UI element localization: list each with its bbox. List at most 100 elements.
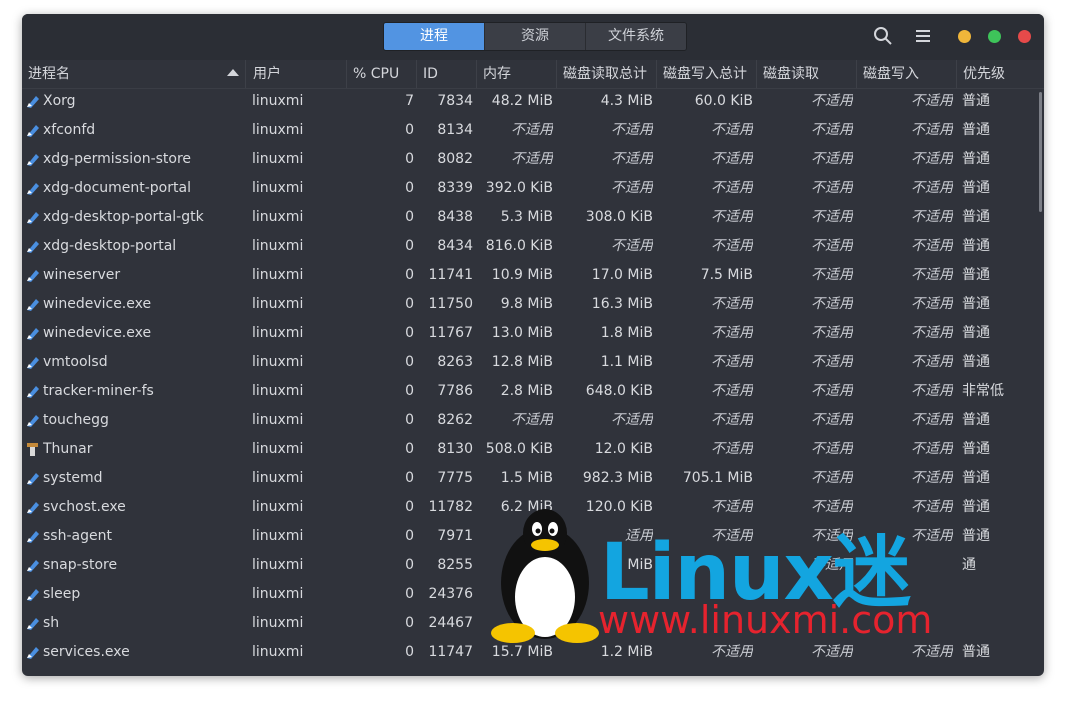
column-header-process-name[interactable]: 进程名	[22, 60, 246, 88]
table-row[interactable]: xdg-permission-store linuxmi 0 8082 不适用 不适用 不适…	[22, 145, 1038, 174]
column-header-disk-write[interactable]: 磁盘写入	[857, 60, 957, 88]
minimize-button[interactable]	[958, 30, 971, 43]
column-header-priority[interactable]: 优先级	[957, 60, 1044, 88]
table-row[interactable]: touchegg linuxmi 0 8262 不适用 不适用 不适用 不适用 不适用 普通	[22, 406, 1038, 435]
process-disk-read-total: 1.1 MiB	[600, 354, 653, 370]
process-disk-write-total: 不适用	[711, 644, 753, 660]
process-memory: 32.	[530, 528, 553, 544]
process-disk-write-total: 不适用	[711, 528, 753, 544]
process-memory: 1.5 MiB	[500, 470, 553, 486]
process-disk-write-total: 不适用	[711, 412, 753, 428]
table-row[interactable]: winedevice.exe linuxmi 0 11750 9.8 MiB 16.3 M…	[22, 290, 1038, 319]
column-header-memory[interactable]: 内存	[477, 60, 557, 88]
process-id: 7971	[437, 528, 473, 544]
thunar-icon	[27, 443, 38, 456]
column-header-disk-read[interactable]: 磁盘读取	[757, 60, 857, 88]
process-disk-read-total: 982.3 MiB	[582, 470, 653, 486]
process-disk-write-total: 不适用	[711, 180, 753, 196]
wine-icon	[27, 241, 39, 253]
process-disk-read-total: 120.0 KiB	[585, 499, 653, 515]
process-priority: 普通	[962, 151, 990, 167]
process-cpu: 0	[405, 586, 414, 602]
column-header-id[interactable]: ID	[417, 60, 477, 88]
process-cpu: 0	[405, 470, 414, 486]
table-row[interactable]: Thunar linuxmi 0 8130 508.0 KiB 12.0 KiB 不适用 不适…	[22, 435, 1038, 464]
process-disk-write-total: 不适用	[711, 209, 753, 225]
process-disk-write-total	[657, 551, 753, 580]
table-row[interactable]: xdg-desktop-portal-gtk linuxmi 0 8438 5.3 Mi…	[22, 203, 1038, 232]
process-user: linuxmi	[252, 557, 304, 573]
column-header-cpu[interactable]: % CPU	[347, 60, 417, 88]
process-id: 8134	[437, 122, 473, 138]
process-name: snap-store	[43, 557, 118, 573]
process-cpu: 7	[405, 93, 414, 109]
table-row[interactable]: services.exe linuxmi 0 11747 15.7 MiB 1.2 MiB…	[22, 638, 1038, 667]
process-disk-read-total	[557, 580, 653, 609]
process-name: xdg-document-portal	[43, 180, 191, 196]
column-header-disk-write-total[interactable]: 磁盘写入总计	[657, 60, 757, 88]
process-cpu: 0	[405, 180, 414, 196]
table-row[interactable]: ssh-agent linuxmi 0 7971 32. 适用 不适用 不适用 不适用 普通	[22, 522, 1038, 551]
table-row[interactable]: vmtoolsd linuxmi 0 8263 12.8 MiB 1.1 MiB 不适用 不适…	[22, 348, 1038, 377]
wine-icon	[27, 647, 39, 659]
process-id: 8434	[437, 238, 473, 254]
process-disk-read-total: 17.0 MiB	[591, 267, 653, 283]
process-disk-read-total: 4.3 MiB	[600, 93, 653, 109]
process-disk-read-total: 1.2 MiB	[600, 644, 653, 660]
tab-resources[interactable]: 资源	[485, 23, 586, 50]
tab-processes[interactable]: 进程	[384, 23, 485, 50]
process-disk-write	[857, 551, 953, 580]
table-row[interactable]: tracker-miner-fs linuxmi 0 7786 2.8 MiB 648.0…	[22, 377, 1038, 406]
process-disk-write: 不适用	[911, 528, 953, 544]
process-priority	[962, 580, 1038, 609]
process-disk-read: 不适用	[811, 557, 853, 573]
process-memory: 48.2 MiB	[491, 93, 553, 109]
table-row[interactable]: svchost.exe linuxmi 0 11782 6.2 MiB 120.0 KiB…	[22, 493, 1038, 522]
process-disk-read-total: 1.8 MiB	[600, 325, 653, 341]
menu-icon[interactable]	[912, 25, 934, 47]
process-disk-write-total: 不适用	[711, 296, 753, 312]
process-priority: 普通	[962, 93, 990, 109]
table-row[interactable]: sleep linuxmi 0 24376	[22, 580, 1038, 609]
process-disk-write: 不适用	[911, 412, 953, 428]
process-memory: 392.0 KiB	[485, 180, 553, 196]
process-user: linuxmi	[252, 238, 304, 254]
scrollbar[interactable]	[1039, 92, 1042, 212]
table-row[interactable]: Xorg linuxmi 7 7834 48.2 MiB 4.3 MiB 60.0 KiB 不…	[22, 87, 1038, 116]
process-priority: 普通	[962, 122, 990, 138]
process-disk-read: 不适用	[811, 441, 853, 457]
process-memory: 9.8 MiB	[500, 296, 553, 312]
process-disk-write	[857, 609, 953, 638]
process-disk-read: 不适用	[811, 644, 853, 660]
tab-file-systems[interactable]: 文件系统	[586, 23, 686, 50]
titlebar: 进程 资源 文件系统	[22, 14, 1044, 61]
column-header-user[interactable]: 用户	[247, 60, 347, 88]
process-memory: 不适用	[511, 151, 553, 167]
process-disk-write-total: 不适用	[711, 441, 753, 457]
table-row[interactable]: wineserver linuxmi 0 11741 10.9 MiB 17.0 MiB 7…	[22, 261, 1038, 290]
close-button[interactable]	[1018, 30, 1031, 43]
process-name: winedevice.exe	[43, 296, 152, 312]
maximize-button[interactable]	[988, 30, 1001, 43]
wine-icon	[27, 386, 39, 398]
process-priority: 普通	[962, 180, 990, 196]
table-row[interactable]: systemd linuxmi 0 7775 1.5 MiB 982.3 MiB 705.1…	[22, 464, 1038, 493]
sort-ascending-icon[interactable]	[227, 69, 239, 76]
table-row[interactable]: snap-store linuxmi 0 8255 3 MiB 不适用 通	[22, 551, 1038, 580]
process-user: linuxmi	[252, 383, 304, 399]
wine-icon	[27, 125, 39, 137]
process-priority: 普通	[962, 528, 990, 544]
process-list: Xorg linuxmi 7 7834 48.2 MiB 4.3 MiB 60.0 KiB 不…	[22, 87, 1038, 667]
process-cpu: 0	[405, 557, 414, 573]
search-icon[interactable]	[872, 25, 894, 47]
process-disk-read-total: 308.0 KiB	[585, 209, 653, 225]
table-row[interactable]: winedevice.exe linuxmi 0 11767 13.0 MiB 1.8 M…	[22, 319, 1038, 348]
table-row[interactable]: sh linuxmi 0 24467	[22, 609, 1038, 638]
table-row[interactable]: xdg-desktop-portal linuxmi 0 8434 816.0 KiB 不…	[22, 232, 1038, 261]
process-disk-write-total: 不适用	[711, 499, 753, 515]
process-priority: 普通	[962, 209, 990, 225]
table-row[interactable]: xdg-document-portal linuxmi 0 8339 392.0 KiB…	[22, 174, 1038, 203]
column-header-disk-read-total[interactable]: 磁盘读取总计	[557, 60, 657, 88]
table-row[interactable]: xfconfd linuxmi 0 8134 不适用 不适用 不适用 不适用 不适用 普通	[22, 116, 1038, 145]
process-id: 7786	[437, 383, 473, 399]
